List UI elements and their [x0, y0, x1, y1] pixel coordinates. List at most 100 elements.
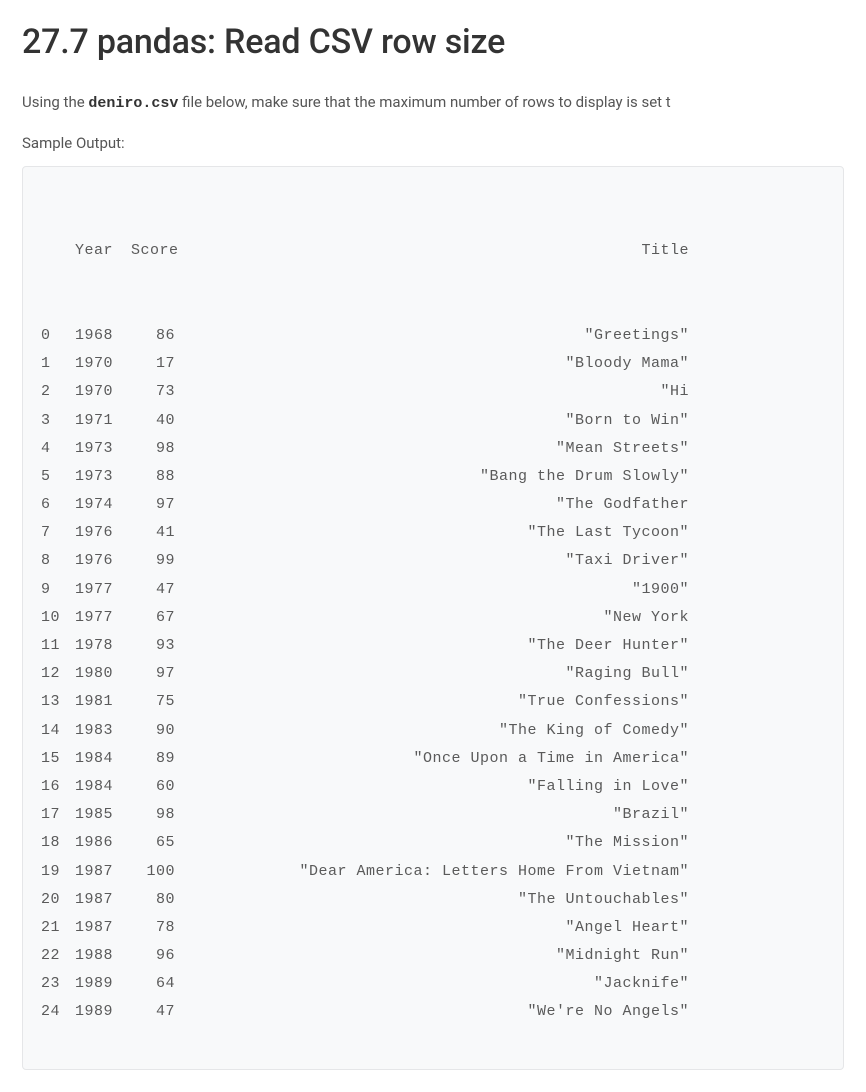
col-year: Year — [73, 237, 131, 265]
cell-index: 12 — [41, 660, 73, 688]
cell-year: 1984 — [73, 745, 131, 773]
cell-title: "Raging Bull" — [189, 660, 689, 688]
intro-suffix: file below, make sure that the maximum n… — [178, 93, 670, 111]
table-row: 12198097"Raging Bull" — [41, 660, 825, 688]
cell-year: 1989 — [73, 970, 131, 998]
cell-score: 80 — [131, 886, 189, 914]
cell-title: "Mean Streets" — [189, 435, 689, 463]
cell-title: "The Deer Hunter" — [189, 632, 689, 660]
table-row: 7197641"The Last Tycoon" — [41, 519, 825, 547]
table-row: 6197497"The Godfather — [41, 491, 825, 519]
intro-prefix: Using the — [22, 93, 88, 111]
cell-title: "True Confessions" — [189, 688, 689, 716]
cell-score: 47 — [131, 576, 189, 604]
cell-score: 47 — [131, 998, 189, 1026]
cell-score: 93 — [131, 632, 189, 660]
cell-year: 1977 — [73, 604, 131, 632]
cell-index: 0 — [41, 322, 73, 350]
cell-index: 21 — [41, 914, 73, 942]
cell-title: "The Godfather — [189, 491, 689, 519]
cell-index: 1 — [41, 350, 73, 378]
table-row: 9197747"1900" — [41, 576, 825, 604]
table-row: 20198780"The Untouchables" — [41, 886, 825, 914]
table-row: 2197073"Hi — [41, 378, 825, 406]
cell-index: 24 — [41, 998, 73, 1026]
cell-score: 90 — [131, 717, 189, 745]
cell-title: "Jacknife" — [189, 970, 689, 998]
table-row: 24198947"We're No Angels" — [41, 998, 825, 1026]
table-row: 13198175"True Confessions" — [41, 688, 825, 716]
cell-title: "Once Upon a Time in America" — [189, 745, 689, 773]
cell-year: 1981 — [73, 688, 131, 716]
cell-year: 1986 — [73, 829, 131, 857]
cell-title: "The King of Comedy" — [189, 717, 689, 745]
page-title: 27.7 pandas: Read CSV row size — [22, 22, 844, 62]
table-row: 15198489"Once Upon a Time in America" — [41, 745, 825, 773]
cell-title: "Midnight Run" — [189, 942, 689, 970]
cell-year: 1987 — [73, 886, 131, 914]
cell-title: "Greetings" — [189, 322, 689, 350]
cell-index: 11 — [41, 632, 73, 660]
intro-text: Using the deniro.csv file below, make su… — [22, 90, 844, 116]
cell-score: 73 — [131, 378, 189, 406]
cell-index: 17 — [41, 801, 73, 829]
cell-title: "The Untouchables" — [189, 886, 689, 914]
cell-score: 88 — [131, 463, 189, 491]
table-row: 8197699"Taxi Driver" — [41, 547, 825, 575]
cell-title: "The Mission" — [189, 829, 689, 857]
col-score: Score — [131, 237, 189, 265]
sample-output-label: Sample Output: — [22, 134, 844, 152]
cell-year: 1974 — [73, 491, 131, 519]
cell-title: "Born to Win" — [189, 407, 689, 435]
cell-score: 17 — [131, 350, 189, 378]
cell-year: 1988 — [73, 942, 131, 970]
cell-year: 1983 — [73, 717, 131, 745]
cell-score: 65 — [131, 829, 189, 857]
cell-index: 23 — [41, 970, 73, 998]
cell-title: "Bloody Mama" — [189, 350, 689, 378]
sample-output-block: .YearScoreTitle 0196886"Greetings"119701… — [22, 166, 844, 1070]
table-row: 4197398"Mean Streets" — [41, 435, 825, 463]
cell-year: 1968 — [73, 322, 131, 350]
cell-index: 2 — [41, 378, 73, 406]
cell-index: 9 — [41, 576, 73, 604]
cell-title: "Angel Heart" — [189, 914, 689, 942]
cell-index: 5 — [41, 463, 73, 491]
cell-title: "Brazil" — [189, 801, 689, 829]
cell-score: 40 — [131, 407, 189, 435]
cell-index: 10 — [41, 604, 73, 632]
cell-year: 1973 — [73, 463, 131, 491]
cell-score: 64 — [131, 970, 189, 998]
cell-title: "The Last Tycoon" — [189, 519, 689, 547]
cell-year: 1973 — [73, 435, 131, 463]
cell-year: 1970 — [73, 350, 131, 378]
cell-score: 60 — [131, 773, 189, 801]
cell-index: 6 — [41, 491, 73, 519]
cell-year: 1985 — [73, 801, 131, 829]
cell-index: 15 — [41, 745, 73, 773]
cell-year: 1987 — [73, 858, 131, 886]
cell-title: "Taxi Driver" — [189, 547, 689, 575]
cell-index: 18 — [41, 829, 73, 857]
cell-score: 97 — [131, 660, 189, 688]
cell-index: 19 — [41, 858, 73, 886]
cell-score: 78 — [131, 914, 189, 942]
table-row: 1197017"Bloody Mama" — [41, 350, 825, 378]
cell-index: 7 — [41, 519, 73, 547]
table-row: 23198964"Jacknife" — [41, 970, 825, 998]
filename-code: deniro.csv — [88, 95, 178, 112]
cell-year: 1976 — [73, 547, 131, 575]
table-row: 21198778"Angel Heart" — [41, 914, 825, 942]
cell-title: "Hi — [189, 378, 689, 406]
table-row: 16198460"Falling in Love" — [41, 773, 825, 801]
cell-year: 1989 — [73, 998, 131, 1026]
table-row: 10197767"New York — [41, 604, 825, 632]
cell-index: 22 — [41, 942, 73, 970]
table-row: 3197140"Born to Win" — [41, 407, 825, 435]
table-row: 5197388"Bang the Drum Slowly" — [41, 463, 825, 491]
table-row: 0196886"Greetings" — [41, 322, 825, 350]
cell-index: 4 — [41, 435, 73, 463]
cell-year: 1987 — [73, 914, 131, 942]
table-row: 191987100"Dear America: Letters Home Fro… — [41, 858, 825, 886]
table-row: 18198665"The Mission" — [41, 829, 825, 857]
